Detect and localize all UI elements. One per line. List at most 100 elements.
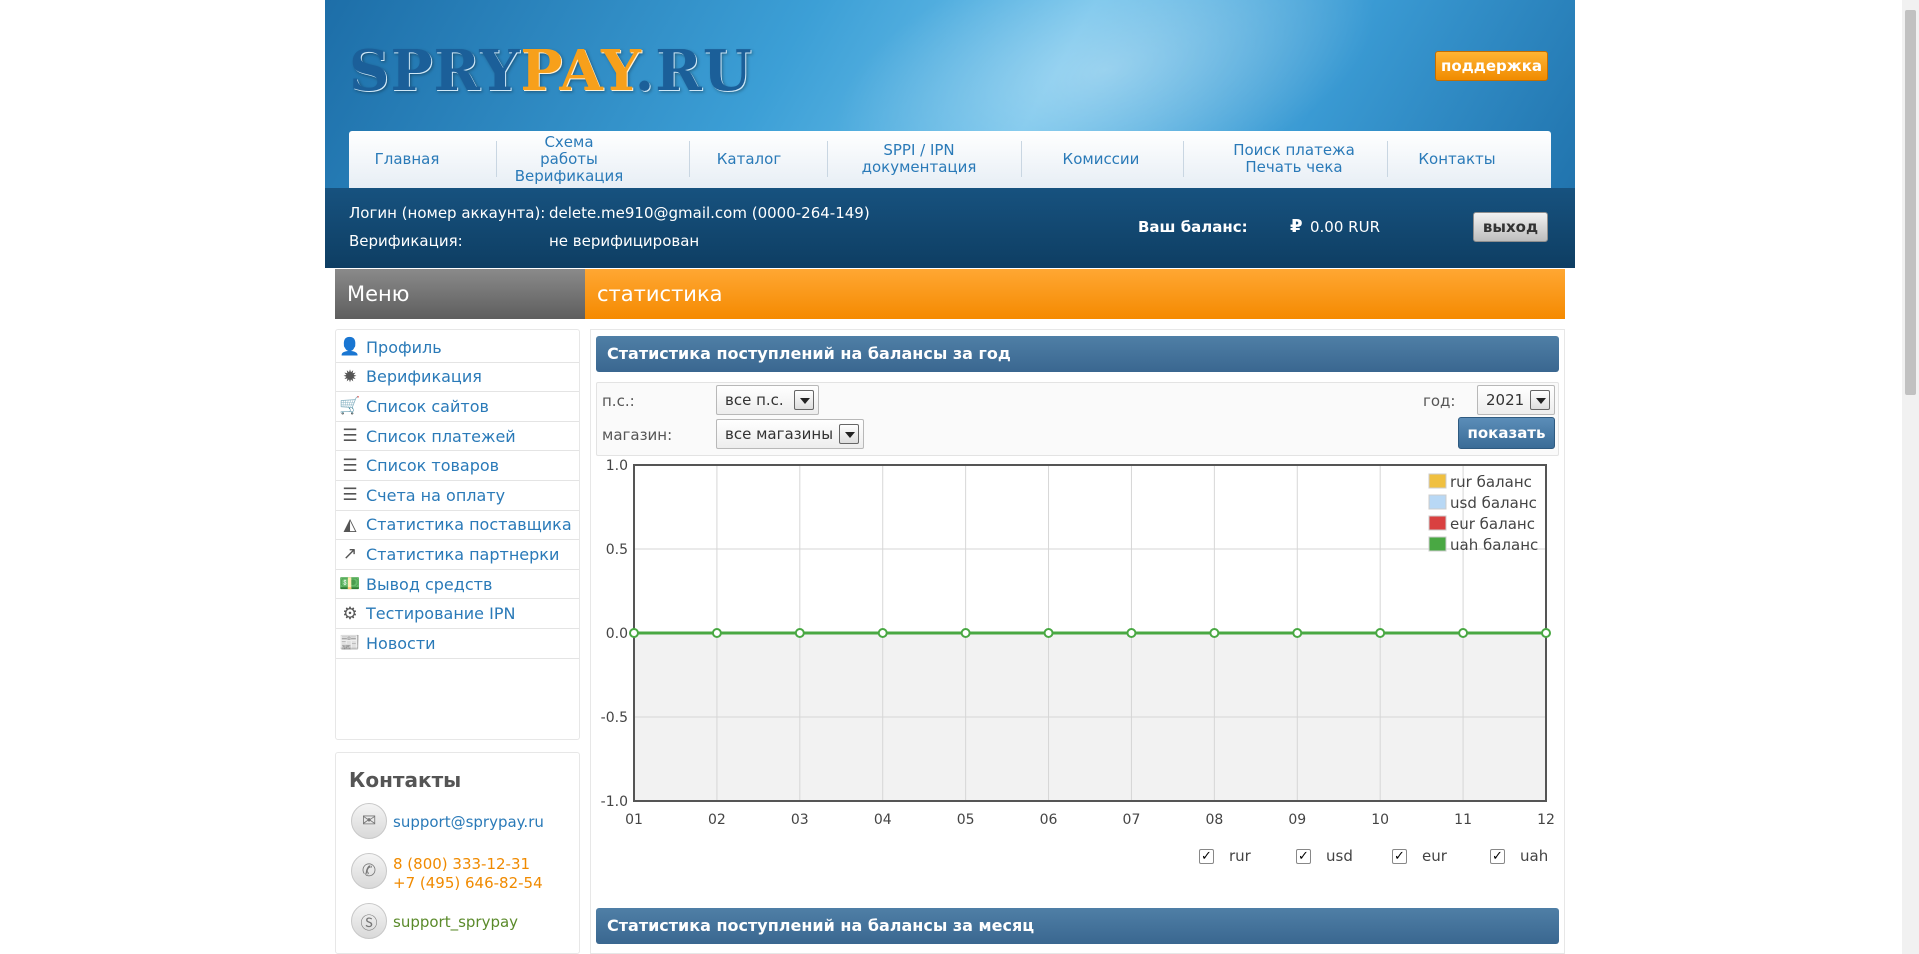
sidebar-menu: 👤 Профиль ✹ Верификация 🛒 Список сайтов ☰ Списо… [335, 329, 580, 740]
money-icon: 💵 [339, 574, 361, 595]
sidebar-item-label: Вывод средств [366, 574, 493, 594]
verification-label: Верификация: [349, 232, 463, 250]
checkbox[interactable]: ✓ [1392, 849, 1407, 864]
checkbox[interactable]: ✓ [1296, 849, 1311, 864]
data-point [960, 628, 971, 638]
checkbox[interactable]: ✓ [1490, 849, 1505, 864]
chevron-down-icon [839, 424, 859, 444]
series-toggle-label: eur [1422, 847, 1447, 865]
nav-contacts[interactable]: Контакты [1417, 137, 1497, 181]
checkbox[interactable]: ✓ [1199, 849, 1214, 864]
login-value: delete.me910@gmail.com (0000-264-149) [549, 204, 870, 222]
y-tick-label: 1.0 [606, 459, 628, 474]
cart-icon: 🛒 [339, 396, 361, 417]
filters-form: п.с.: все п.с. год: 2021 магазин: все ма… [596, 382, 1559, 456]
list-icon: ☰ [342, 455, 358, 476]
badge-icon: ✹ [342, 366, 358, 387]
phone-1: 8 (800) 333-12-31 [393, 855, 531, 873]
scrollbar-thumb[interactable] [1905, 10, 1916, 395]
sidebar-item-label: Статистика поставщика [366, 515, 572, 535]
chevron-down-icon [794, 390, 814, 410]
sidebar-item[interactable]: 💵 Вывод средств [336, 570, 579, 600]
statistics-panel: Статистика поступлений на балансы за год… [590, 329, 1565, 954]
sidebar-item[interactable]: ☰ Счета на оплату [336, 481, 579, 511]
sidebar-item-label: Список сайтов [366, 396, 489, 416]
sidebar-item-label: Список платежей [366, 426, 516, 446]
nav-home[interactable]: Главная [375, 137, 440, 181]
data-point [877, 628, 888, 638]
sidebar-item[interactable]: ✹ Верификация [336, 363, 579, 393]
sidebar-item[interactable]: 📰 Новости [336, 629, 579, 659]
year-stats-chart: 1.0 0.5 0.0 -0.5 -1.0 01 02 03 04 05 06 07 08 09 10 11 1… [591, 459, 1566, 834]
nav-fees[interactable]: Комиссии [1061, 137, 1141, 181]
x-tick-label: 09 [1288, 812, 1306, 828]
data-point [1043, 628, 1054, 638]
x-tick-label: 07 [1123, 812, 1141, 828]
legend-label: rur баланс [1450, 473, 1532, 491]
ruble-icon: ₽ [1290, 216, 1303, 237]
sidebar-item-label: Статистика партнерки [366, 544, 560, 564]
list-icon: ☰ [342, 426, 358, 447]
sidebar-item[interactable]: ⚙ Тестирование IPN [336, 599, 579, 629]
x-tick-label: 06 [1040, 812, 1058, 828]
x-tick-label: 02 [708, 812, 726, 828]
y-tick-label: -0.5 [601, 710, 628, 726]
sidebar-item[interactable]: 🛒 Список сайтов [336, 392, 579, 422]
site-header: SPRYPAY.RU поддержка Главная Схема работ… [325, 0, 1575, 268]
year-select[interactable]: 2021 [1477, 385, 1555, 415]
skype-icon: Ⓢ [351, 903, 387, 939]
logo[interactable]: SPRYPAY.RU [349, 38, 753, 104]
ps-select[interactable]: все п.с. [716, 385, 819, 415]
series-toggle-label: rur [1229, 847, 1251, 865]
support-button[interactable]: поддержка [1435, 51, 1548, 81]
sidebar-item-label: Профиль [366, 337, 442, 357]
account-bar: Логин (номер аккаунта): delete.me910@gma… [325, 188, 1575, 268]
balance-value: ₽0.00 RUR [1290, 216, 1380, 237]
legend-label: eur баланс [1450, 515, 1535, 533]
page: SPRYPAY.RU поддержка Главная Схема работ… [0, 0, 1919, 954]
x-tick-label: 01 [625, 812, 643, 828]
legend-swatch [1428, 473, 1447, 489]
nav-sppi-docs[interactable]: SPPI / IPN документация [862, 137, 977, 181]
shop-select[interactable]: все магазины [716, 419, 864, 449]
page-scrollbar[interactable] [1902, 0, 1919, 954]
nav-payment-search[interactable]: Поиск платежа Печать чека [1219, 137, 1369, 181]
sidebar-item[interactable]: ☰ Список платежей [336, 422, 579, 452]
month-stats-header: Статистика поступлений на балансы за мес… [596, 908, 1559, 944]
series-toggle-label: usd [1326, 847, 1353, 865]
sidebar-item[interactable]: 👤 Профиль [336, 333, 579, 363]
sidebar-item-label: Счета на оплату [366, 485, 506, 505]
sidebar-item[interactable]: ◭ Статистика поставщика [336, 511, 579, 541]
data-point [1541, 628, 1551, 638]
sidebar-item[interactable]: ☰ Список товаров [336, 451, 579, 481]
nav-scheme[interactable]: Схема работы Верификация [514, 133, 624, 184]
data-point [1458, 628, 1469, 638]
sidebar-item-label: Тестирование IPN [366, 604, 516, 624]
support-email-link[interactable]: support@sprypay.ru [393, 813, 544, 832]
data-point [1209, 628, 1220, 638]
data-point [1375, 628, 1386, 638]
chart-svg: 1.0 0.5 0.0 -0.5 -1.0 01 02 03 04 05 06 07 08 09 10 11 1… [601, 459, 1555, 828]
contacts-title: Контакты [349, 768, 462, 792]
y-tick-label: 0.5 [606, 542, 628, 558]
sidebar-item[interactable]: ↗ Статистика партнерки [336, 540, 579, 570]
phone-icon: ✆ [351, 853, 387, 889]
logout-button[interactable]: выход [1473, 212, 1548, 242]
ps-label: п.с.: [602, 392, 635, 410]
show-button[interactable]: показать [1458, 417, 1555, 449]
skype-link[interactable]: support_sprypay [393, 913, 518, 932]
sidebar-item-label: Список товаров [366, 456, 500, 476]
legend-swatch [1428, 515, 1447, 531]
line-chart-icon: ↗ [342, 544, 358, 565]
legend-swatch [1428, 536, 1447, 552]
data-point [711, 628, 722, 638]
year-label: год: [1423, 392, 1456, 410]
legend-swatch [1428, 494, 1447, 510]
section-title: статистика [585, 269, 1565, 319]
list-icon: ☰ [342, 485, 358, 506]
nav-catalog[interactable]: Каталог [714, 137, 784, 181]
login-label: Логин (номер аккаунта): [349, 204, 546, 222]
x-tick-label: 08 [1205, 812, 1223, 828]
legend-label: usd баланс [1450, 494, 1537, 512]
gears-icon: ⚙ [342, 603, 358, 624]
